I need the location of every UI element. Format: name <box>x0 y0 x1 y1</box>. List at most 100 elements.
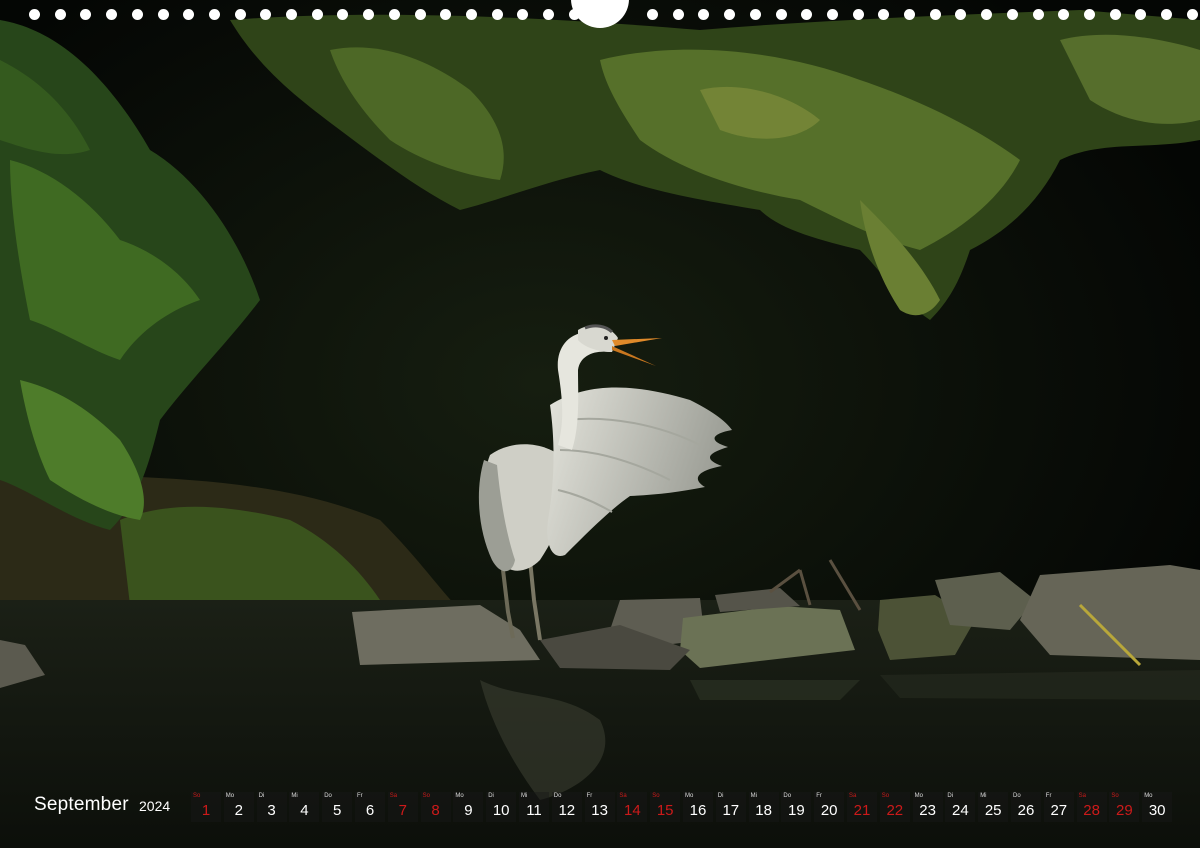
day-number: 24 <box>952 802 969 819</box>
weekday-label: Mi <box>750 793 757 799</box>
day-number: 12 <box>558 802 576 819</box>
spiral-binding <box>0 0 1200 30</box>
binding-hole <box>388 9 400 20</box>
binding-hole <box>311 9 323 20</box>
calendar-day: Fr 27 <box>1043 792 1074 822</box>
weekday-label: Mi <box>980 793 987 799</box>
day-number: 28 <box>1083 802 1100 819</box>
day-number: 13 <box>591 802 608 819</box>
day-number: 11 <box>526 802 542 819</box>
binding-hole <box>1058 9 1070 20</box>
calendar-day: Sa 7 <box>387 792 418 822</box>
binding-hole <box>131 9 143 20</box>
calendar-day: So 8 <box>420 792 451 822</box>
weekday-label: Di <box>488 793 494 799</box>
day-number: 22 <box>886 802 904 819</box>
day-number: 5 <box>333 802 342 819</box>
calendar-day: Mi 25 <box>978 792 1009 822</box>
day-number: 25 <box>984 802 1002 819</box>
weekday-label: So <box>881 793 890 799</box>
calendar-day: Mi 18 <box>748 792 779 822</box>
day-number: 16 <box>689 802 707 819</box>
binding-hole <box>647 9 658 20</box>
calendar-day: Mi 11 <box>519 792 549 822</box>
binding-hole <box>440 9 452 20</box>
calendar-day: Mo 23 <box>912 792 943 822</box>
day-number: 7 <box>398 802 407 819</box>
calendar-day: So 15 <box>650 792 681 822</box>
binding-hole <box>672 9 684 20</box>
hanger-notch <box>571 0 629 28</box>
binding-hole <box>698 9 710 20</box>
day-number: 10 <box>492 802 510 819</box>
calendar-day: Fr 13 <box>584 792 615 822</box>
binding-hole <box>208 9 220 20</box>
day-number: 8 <box>431 802 440 819</box>
calendar-day: So 1 <box>191 792 221 822</box>
calendar-day: Di 24 <box>945 792 976 822</box>
weekday-label: So <box>193 793 201 799</box>
binding-hole <box>981 9 993 20</box>
weekday-label: Fr <box>816 793 822 799</box>
binding-hole <box>878 9 890 20</box>
calendar-day: Sa 14 <box>617 792 648 822</box>
day-number: 14 <box>624 802 641 819</box>
weekday-label: So <box>652 793 660 799</box>
calendar-strip: September 2024 So 1 Mo 2 Di 3 Mi 4 Do 5 Fr 6 Sa 7 So 8 M… <box>0 788 1200 824</box>
binding-hole <box>1109 9 1121 20</box>
calendar-day: Mo 2 <box>223 792 254 822</box>
weekday-label: Di <box>258 793 265 799</box>
weekday-label: Do <box>1013 793 1021 799</box>
weekday-label: Mo <box>455 793 464 799</box>
binding-hole <box>929 9 941 20</box>
calendar-day: Di 3 <box>256 792 287 822</box>
calendar-day: Mi 4 <box>289 792 320 822</box>
binding-hole <box>157 9 169 20</box>
calendar-day: Do 5 <box>322 792 353 822</box>
weekday-label: Sa <box>619 793 627 799</box>
calendar-day: Do 19 <box>781 792 812 822</box>
calendar-day: Do 12 <box>551 792 582 822</box>
binding-hole <box>183 9 195 20</box>
month-label: September <box>34 794 129 815</box>
calendar-day: So 29 <box>1109 792 1140 822</box>
year-label: 2024 <box>139 798 171 814</box>
calendar-day: Mo 30 <box>1142 792 1173 822</box>
weekday-label: So <box>422 793 430 799</box>
day-number: 3 <box>267 802 276 819</box>
binding-hole <box>1161 9 1172 20</box>
binding-hole <box>491 9 503 20</box>
weekday-label: Do <box>783 793 792 799</box>
binding-hole <box>801 9 813 20</box>
day-number: 17 <box>722 802 740 819</box>
day-number: 18 <box>755 802 772 819</box>
calendar-day: Fr 20 <box>814 792 845 822</box>
weekday-label: Mo <box>1144 793 1153 799</box>
binding-hole <box>234 9 246 20</box>
binding-hole <box>1186 9 1198 20</box>
day-number: 29 <box>1116 802 1133 819</box>
weekday-label: So <box>1111 793 1119 799</box>
binding-hole <box>29 9 40 20</box>
day-number: 6 <box>365 802 375 819</box>
weekday-label: Di <box>947 793 954 799</box>
weekday-label: Do <box>324 793 332 799</box>
binding-hole <box>80 9 92 20</box>
day-number: 23 <box>919 802 936 819</box>
weekday-label: Mi <box>291 793 298 799</box>
binding-hole <box>724 9 736 20</box>
binding-hole <box>1083 9 1095 20</box>
heron-photo <box>0 0 1200 848</box>
day-number: 2 <box>234 802 243 819</box>
binding-hole <box>106 9 118 20</box>
calendar-day: Fr 6 <box>355 792 385 822</box>
day-number: 27 <box>1050 802 1068 819</box>
calendar-day: Mo 9 <box>453 792 484 822</box>
weekday-label: Fr <box>357 793 363 799</box>
weekday-label: Di <box>717 793 724 799</box>
day-number: 19 <box>788 802 805 819</box>
day-number: 1 <box>201 802 211 819</box>
binding-hole <box>465 9 477 20</box>
weekday-label: Mo <box>225 793 235 799</box>
weekday-label: Fr <box>1045 793 1052 799</box>
